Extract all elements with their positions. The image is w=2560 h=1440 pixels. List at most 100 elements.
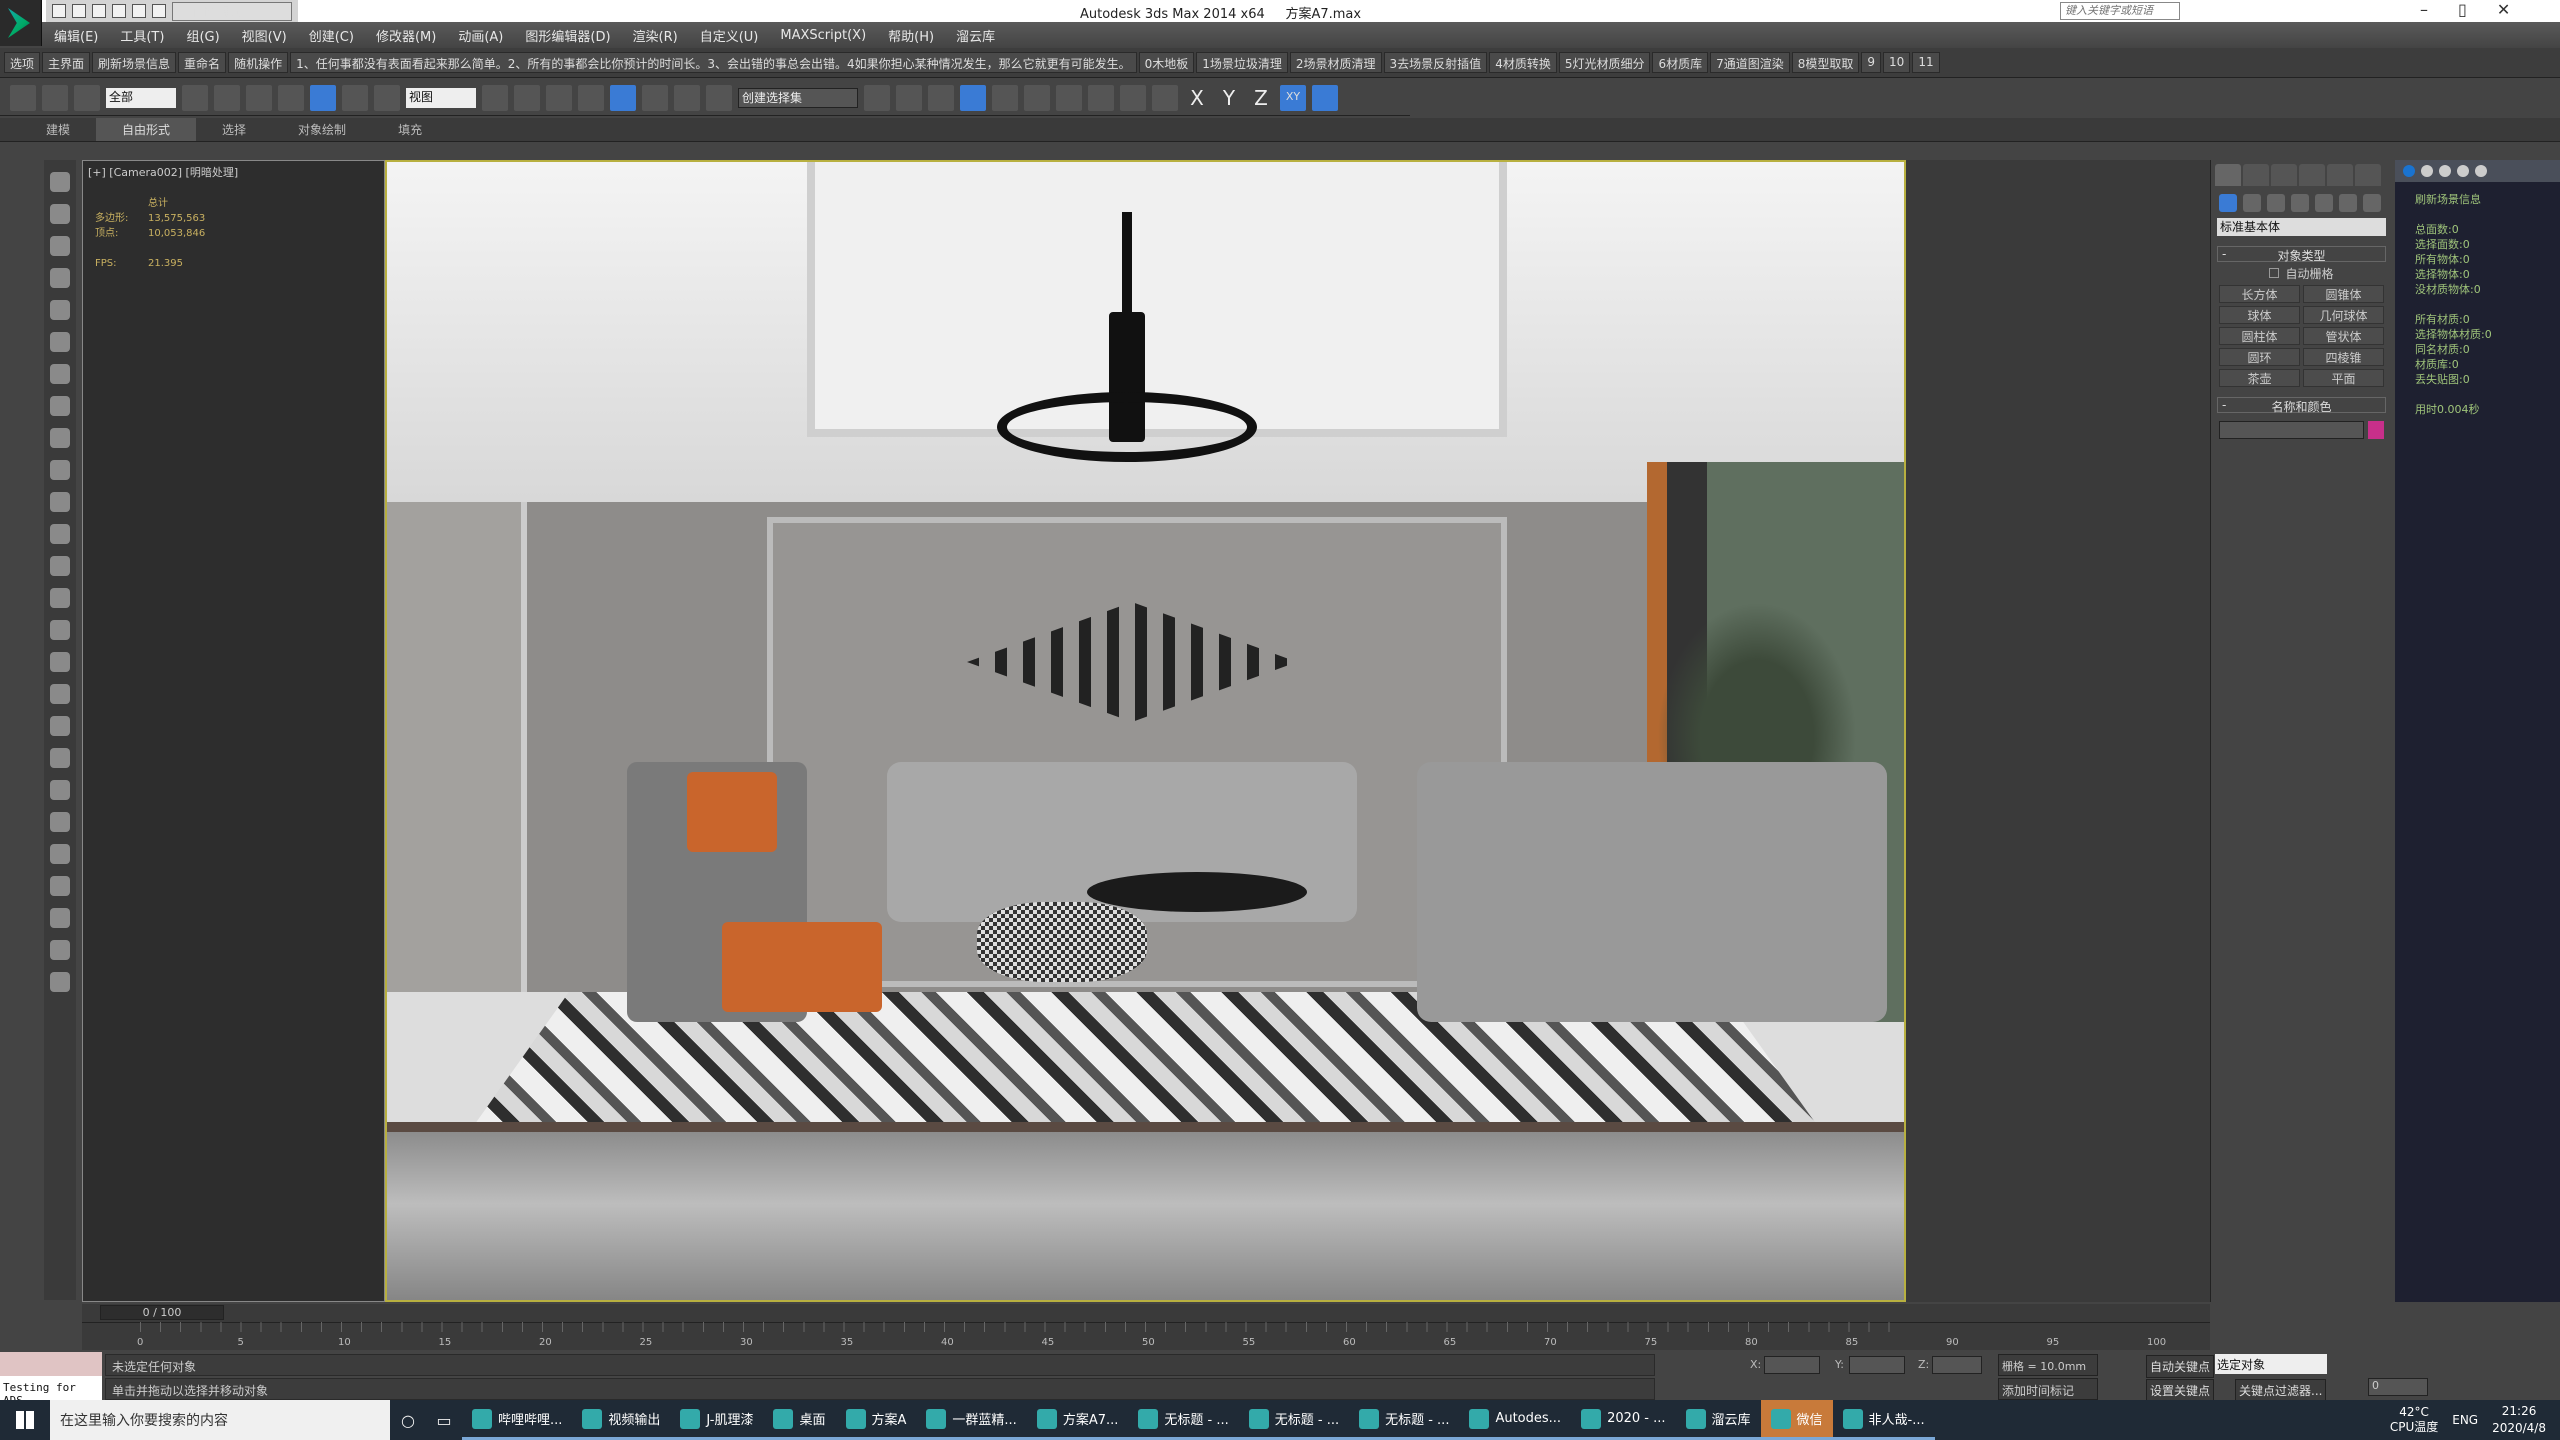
name-color-rollout[interactable]: - 名称和颜色 bbox=[2217, 397, 2386, 414]
menu-item[interactable]: 修改器(M) bbox=[376, 26, 436, 45]
viewport-background[interactable] bbox=[82, 160, 385, 1302]
primitive-button[interactable]: 长方体 bbox=[2219, 285, 2300, 303]
selection-region-icon[interactable] bbox=[246, 84, 272, 111]
key-selection-dropdown[interactable]: 选定对象 bbox=[2215, 1354, 2327, 1374]
taskbar-app[interactable]: 溜云库 bbox=[1675, 1400, 1761, 1440]
taskbar-app[interactable]: 方案A7... bbox=[1026, 1400, 1129, 1440]
rendered-frame-icon[interactable] bbox=[1120, 84, 1146, 111]
current-frame-field[interactable]: 0 bbox=[2368, 1378, 2428, 1396]
info-dot-icon[interactable] bbox=[2403, 165, 2415, 177]
cube-icon[interactable] bbox=[50, 908, 70, 928]
ribbon-tab[interactable]: 自由形式 bbox=[96, 118, 197, 141]
help-search-input[interactable] bbox=[2060, 2, 2180, 20]
z-coordinate-field[interactable] bbox=[1932, 1356, 1982, 1374]
panel-icon[interactable] bbox=[50, 268, 70, 288]
menu-item[interactable]: 自定义(U) bbox=[700, 26, 759, 45]
select-object-icon[interactable] bbox=[182, 84, 208, 111]
primitive-button[interactable]: 圆柱体 bbox=[2219, 327, 2300, 345]
named-selection-dropdown[interactable]: 创建选择集 bbox=[738, 87, 858, 108]
select-move-icon[interactable] bbox=[310, 84, 336, 111]
script-button[interactable]: 选项 bbox=[4, 52, 41, 73]
taskbar-app[interactable]: 无标题 - ... bbox=[1349, 1400, 1460, 1440]
mirror-icon[interactable] bbox=[864, 84, 890, 111]
new-file-icon[interactable] bbox=[52, 4, 66, 18]
axis-xy-snap-button[interactable] bbox=[1312, 84, 1338, 111]
material-editor-icon[interactable] bbox=[1056, 84, 1082, 111]
select-scale-icon[interactable] bbox=[374, 84, 400, 111]
taskbar-app[interactable]: 非人哉-... bbox=[1832, 1400, 1935, 1440]
leaf-icon[interactable] bbox=[50, 748, 70, 768]
cloud-icon[interactable] bbox=[50, 204, 70, 224]
info-dot-icon[interactable] bbox=[2421, 165, 2433, 177]
menu-item[interactable]: 工具(T) bbox=[120, 26, 164, 45]
taskbar-app[interactable]: 无标题 - ... bbox=[1238, 1400, 1350, 1440]
layer-manager-icon[interactable] bbox=[928, 84, 954, 111]
x-coordinate-field[interactable] bbox=[1764, 1356, 1820, 1374]
script-button[interactable]: 7通道图渲染 bbox=[1710, 52, 1790, 73]
shading-mode[interactable]: 明暗处理 bbox=[190, 166, 234, 179]
sun-icon[interactable] bbox=[50, 556, 70, 576]
ribbon-tab[interactable]: 填充 bbox=[372, 118, 448, 141]
script-button[interactable]: 1、任何事都没有表面看起来那么简单。2、所有的事都会比你预计的时间长。3、会出错… bbox=[290, 52, 1137, 73]
script-button[interactable]: 11 bbox=[1912, 52, 1940, 73]
maximize-button[interactable]: ▯ bbox=[2458, 0, 2467, 19]
taskbar-search[interactable]: 在这里输入你要搜索的内容 bbox=[50, 1400, 390, 1440]
taskbar-app[interactable]: 方案A bbox=[835, 1400, 917, 1440]
refresh-scene-info[interactable]: 刷新场景信息 bbox=[2415, 192, 2540, 207]
maxscript-listener[interactable] bbox=[0, 1352, 102, 1376]
helpers-icon[interactable] bbox=[2315, 194, 2333, 212]
snap-toggle-icon[interactable] bbox=[578, 84, 604, 111]
geometry-icon[interactable] bbox=[2219, 194, 2237, 212]
primitive-button[interactable]: 圆环 bbox=[2219, 348, 2300, 366]
select-by-name-icon[interactable] bbox=[214, 84, 240, 111]
taskbar-app[interactable]: 微信 bbox=[1760, 1400, 1833, 1440]
shape-icon[interactable] bbox=[50, 684, 70, 704]
script-button[interactable]: 2场景材质清理 bbox=[1289, 52, 1382, 73]
app-logo-button[interactable] bbox=[0, 0, 42, 46]
cortana-icon[interactable]: ○ bbox=[390, 1411, 426, 1430]
help-icon[interactable] bbox=[50, 972, 70, 992]
set-key-button[interactable]: 设置关键点 bbox=[2146, 1379, 2215, 1402]
axis-z-button[interactable]: Z bbox=[1248, 86, 1274, 110]
info-dot-icon[interactable] bbox=[2475, 165, 2487, 177]
task-view-icon[interactable]: ▭ bbox=[426, 1411, 462, 1430]
paint-icon[interactable] bbox=[50, 652, 70, 672]
script-button[interactable]: 1场景垃圾清理 bbox=[1196, 52, 1288, 73]
project-folder-icon[interactable] bbox=[152, 4, 166, 18]
script-button[interactable]: 4材质转换 bbox=[1489, 52, 1557, 73]
cameras-icon[interactable] bbox=[2291, 194, 2309, 212]
save-icon[interactable] bbox=[92, 4, 106, 18]
menu-item[interactable]: 视图(V) bbox=[242, 26, 287, 45]
taskbar-app[interactable]: J-肌理漆 bbox=[670, 1400, 764, 1440]
object-name-field[interactable] bbox=[2219, 421, 2364, 439]
link-icon[interactable] bbox=[10, 84, 36, 111]
autogrid-checkbox[interactable]: 自动栅格 bbox=[2211, 262, 2392, 285]
viewport-background-right[interactable] bbox=[1906, 160, 2210, 1302]
info-dot-icon[interactable] bbox=[2439, 165, 2451, 177]
axis-x-button[interactable]: X bbox=[1184, 86, 1210, 110]
motion-tab-icon[interactable] bbox=[2299, 164, 2325, 186]
primitive-button[interactable]: 茶壶 bbox=[2219, 369, 2300, 387]
globe2-icon[interactable] bbox=[50, 844, 70, 864]
light-icon[interactable] bbox=[50, 300, 70, 320]
sphere2-icon[interactable] bbox=[50, 492, 70, 512]
helper-icon[interactable] bbox=[50, 332, 70, 352]
unlink-icon[interactable] bbox=[42, 84, 68, 111]
modify-tab-icon[interactable] bbox=[2243, 164, 2269, 186]
ribbon-tab[interactable]: 对象绘制 bbox=[272, 118, 372, 141]
geometry-category-dropdown[interactable]: 标准基本体 bbox=[2217, 218, 2386, 236]
close-button[interactable]: ✕ bbox=[2497, 0, 2510, 19]
taskbar-app[interactable]: 无标题 - ... bbox=[1128, 1400, 1239, 1440]
angle-snap-icon[interactable] bbox=[610, 84, 636, 111]
edit-named-selection-icon[interactable] bbox=[706, 84, 732, 111]
create-tab-icon[interactable] bbox=[2215, 164, 2241, 186]
lights-icon[interactable] bbox=[2267, 194, 2285, 212]
object-type-rollout[interactable]: - 对象类型 bbox=[2217, 246, 2386, 263]
primitive-button[interactable]: 圆锥体 bbox=[2303, 285, 2384, 303]
listener-output[interactable]: Testing for ADS bbox=[0, 1376, 102, 1407]
camera-render-view[interactable] bbox=[385, 160, 1906, 1302]
axis-xy-button[interactable]: XY bbox=[1280, 84, 1306, 111]
pivot-center-icon[interactable] bbox=[482, 84, 508, 111]
clock[interactable]: 21:26 2020/4/8 bbox=[2492, 1403, 2546, 1437]
box2-icon[interactable] bbox=[50, 876, 70, 896]
